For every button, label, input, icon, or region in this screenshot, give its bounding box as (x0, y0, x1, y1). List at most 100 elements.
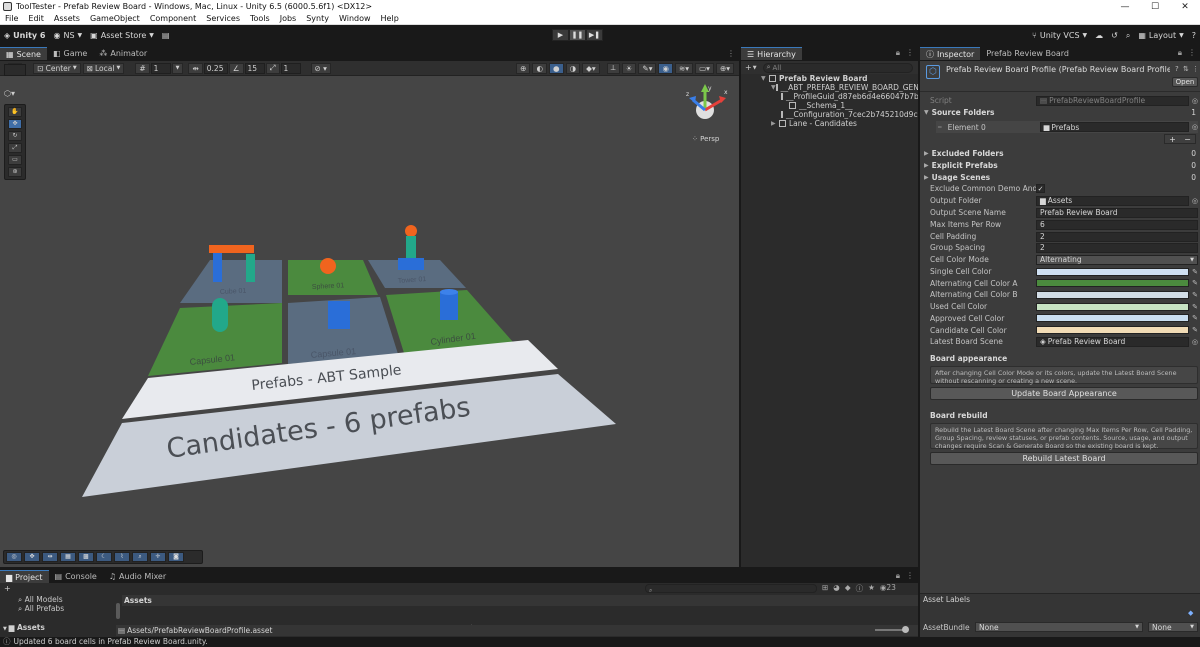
foldout-closed-icon[interactable]: ▶ (924, 174, 929, 181)
output-folder-field[interactable]: ▆ Assets (1036, 195, 1189, 206)
menu-edit[interactable]: Edit (23, 14, 49, 23)
help-icon[interactable]: ? (1188, 29, 1200, 42)
eyedropper-icon[interactable]: ✎ (1189, 268, 1198, 276)
assets-tree-root[interactable]: ▼ ▆ Assets (3, 623, 45, 632)
undo-history-icon[interactable]: ↺ (1107, 29, 1122, 42)
object-picker-icon[interactable]: ◎ (1189, 197, 1198, 205)
effects-dropdown[interactable]: ≋▾ (675, 62, 694, 74)
lock-icon[interactable]: 🔒︎ (896, 48, 900, 58)
hierarchy-item[interactable]: __ProfileGuid_d87eb6d4e66047b7be (741, 92, 918, 101)
hierarchy-item[interactable]: __Configuration_7cec2b745210d9c80 (741, 110, 918, 119)
eyedropper-icon[interactable]: ✎ (1189, 279, 1198, 287)
cell-padding-input[interactable]: 2 (1036, 231, 1198, 242)
menu-file[interactable]: File (0, 14, 23, 23)
minimize-button[interactable]: — (1110, 2, 1140, 12)
gizmos-dropdown[interactable]: ⊕▾ (715, 62, 734, 74)
more-options-icon[interactable]: ⋮ (906, 48, 914, 58)
excluded-folders-row[interactable]: ▶ Excluded Folders 0 (924, 148, 1198, 159)
prefab-cylinder[interactable] (440, 289, 458, 320)
menu-services[interactable]: Services (201, 14, 245, 23)
filter-type-icon[interactable]: ◕ (833, 583, 840, 594)
scale-snap-field[interactable]: 1 (280, 62, 301, 74)
tab-game[interactable]: ◧ Game (47, 47, 93, 60)
prefab-cube[interactable] (328, 301, 350, 329)
tab-inspector[interactable]: ⓘ Inspector (920, 47, 981, 60)
layout-dropdown[interactable]: ▦ Layout ▼ (1134, 29, 1187, 42)
search-icon[interactable]: ⌕ (1122, 29, 1134, 42)
hierarchy-item[interactable]: __Schema_1__ (741, 101, 918, 110)
overlay-search-icon[interactable]: ⌕ (132, 552, 148, 562)
remove-icon[interactable]: − (1184, 135, 1191, 144)
play-button[interactable]: ▶ (552, 29, 569, 41)
menu-window[interactable]: Window (334, 14, 376, 23)
camera-dropdown[interactable]: ▭▾ (695, 62, 714, 74)
cloud-save-icon[interactable]: ▤ (158, 29, 174, 42)
favorite-all-prefabs[interactable]: ⌕ All Prefabs (18, 604, 64, 614)
move-snap-icon[interactable]: ⇹ (188, 62, 203, 74)
favorite-icon[interactable]: ★ (868, 583, 875, 594)
color-swatch[interactable] (1036, 267, 1189, 276)
drag-handle-icon[interactable]: ═ (938, 124, 942, 131)
latest-board-scene-field[interactable]: ◈ Prefab Review Board (1036, 336, 1189, 347)
more-options-icon[interactable]: ⋮ (906, 571, 914, 581)
prefab-capsule[interactable] (212, 298, 228, 332)
preset-icon[interactable]: ⇅ (1183, 65, 1189, 73)
eyedropper-icon[interactable]: ✎ (1189, 314, 1198, 322)
search-settings-icon[interactable]: ⊞ (822, 583, 828, 594)
color-swatch[interactable] (1036, 326, 1189, 334)
menu-synty[interactable]: Synty (301, 14, 334, 23)
pivot-dropdown[interactable]: ⊡ Center ▼ (33, 62, 81, 74)
filter-log-icon[interactable]: ⓘ (856, 583, 864, 594)
transform-tool-icon[interactable]: ⊛ (8, 167, 22, 177)
tree-scrollbar[interactable] (116, 603, 120, 619)
version-control-dropdown[interactable]: ⑂ Unity VCS ▼ (1028, 29, 1091, 42)
overlay-grid-icon[interactable]: ▦ (60, 552, 76, 562)
group-spacing-input[interactable]: 2 (1036, 242, 1198, 253)
menu-component[interactable]: Component (145, 14, 201, 23)
element-0-field[interactable]: ▆ Prefabs (1039, 122, 1189, 132)
eyedropper-icon[interactable]: ✎ (1189, 303, 1198, 311)
update-board-appearance-button[interactable]: Update Board Appearance (930, 387, 1198, 400)
hierarchy-item[interactable]: ▼ __ABT_PREFAB_REVIEW_BOARD_GENER (741, 83, 918, 92)
more-options-icon[interactable]: ⋮ (1192, 65, 1199, 73)
rotate-snap-field[interactable]: 15 (244, 62, 265, 74)
status-message[interactable]: Updated 6 board cells in Prefab Review B… (14, 637, 208, 646)
cell-color-mode-dropdown[interactable]: Alternating ▼ (1036, 254, 1198, 265)
scene-view[interactable]: Capsule 01 Capsule 01 Cylinder 01 Cube 0… (0, 76, 739, 567)
account-dropdown[interactable]: ◉ NS ▼ (49, 29, 86, 42)
color-swatch[interactable] (1036, 290, 1189, 299)
overlay-snap-icon[interactable]: ⇹ (42, 552, 58, 562)
space-dropdown[interactable]: ⊠ Local ▼ (82, 62, 125, 74)
rotate-snap-icon[interactable]: ∠ (228, 62, 244, 74)
hierarchy-search-input[interactable]: ⌕ All (762, 62, 913, 73)
color-swatch[interactable] (1036, 279, 1189, 288)
step-button[interactable]: ▶❚ (586, 29, 603, 41)
eyedropper-icon[interactable]: ✎ (1189, 326, 1198, 334)
tab-project[interactable]: ▆ Project (0, 570, 49, 583)
visibility-icon[interactable]: ◉23 (880, 583, 896, 594)
tab-animator[interactable]: ⁂ Animator (93, 47, 153, 60)
eyedropper-icon[interactable]: ✎ (1189, 291, 1198, 299)
wireframe-mode-icon[interactable]: ◑ (565, 62, 581, 74)
audio-toggle-icon[interactable]: ✎▾ (638, 62, 657, 74)
overlay-move2-icon[interactable]: ✛ (150, 552, 166, 562)
lock-icon[interactable]: 🔒︎ (1178, 48, 1182, 58)
foldout-open-icon[interactable]: ▼ (761, 75, 769, 82)
asset-variant-dropdown[interactable]: None ▼ (1148, 622, 1198, 632)
tab-audio-mixer[interactable]: ♫ Audio Mixer (103, 570, 172, 583)
global-view-icon[interactable]: ⊕ (516, 62, 531, 74)
shaded-mode-icon[interactable]: ◐ (532, 62, 548, 74)
source-folders-row[interactable]: ▼ Source Folders 1 (924, 107, 1198, 118)
overlay-select-icon[interactable]: ◎ (6, 552, 22, 562)
chevron-down-icon[interactable]: ▼ (171, 62, 184, 74)
rect-tool-icon[interactable]: ▭ (8, 155, 22, 165)
label-tag-icon[interactable]: ◆ (1188, 609, 1193, 617)
scale-snap-icon[interactable]: ⤢ (265, 62, 280, 74)
visibility-toggle-icon[interactable]: ◉ (658, 62, 674, 74)
rotate-tool-icon[interactable]: ↻ (8, 131, 22, 141)
object-picker-icon[interactable]: ◎ (1189, 123, 1198, 131)
hand-tool-icon[interactable]: ✋ (8, 107, 22, 117)
pause-button[interactable]: ❚❚ (569, 29, 586, 41)
add-icon[interactable]: + (4, 584, 11, 593)
source-folders-count[interactable]: 1 (1174, 108, 1198, 118)
